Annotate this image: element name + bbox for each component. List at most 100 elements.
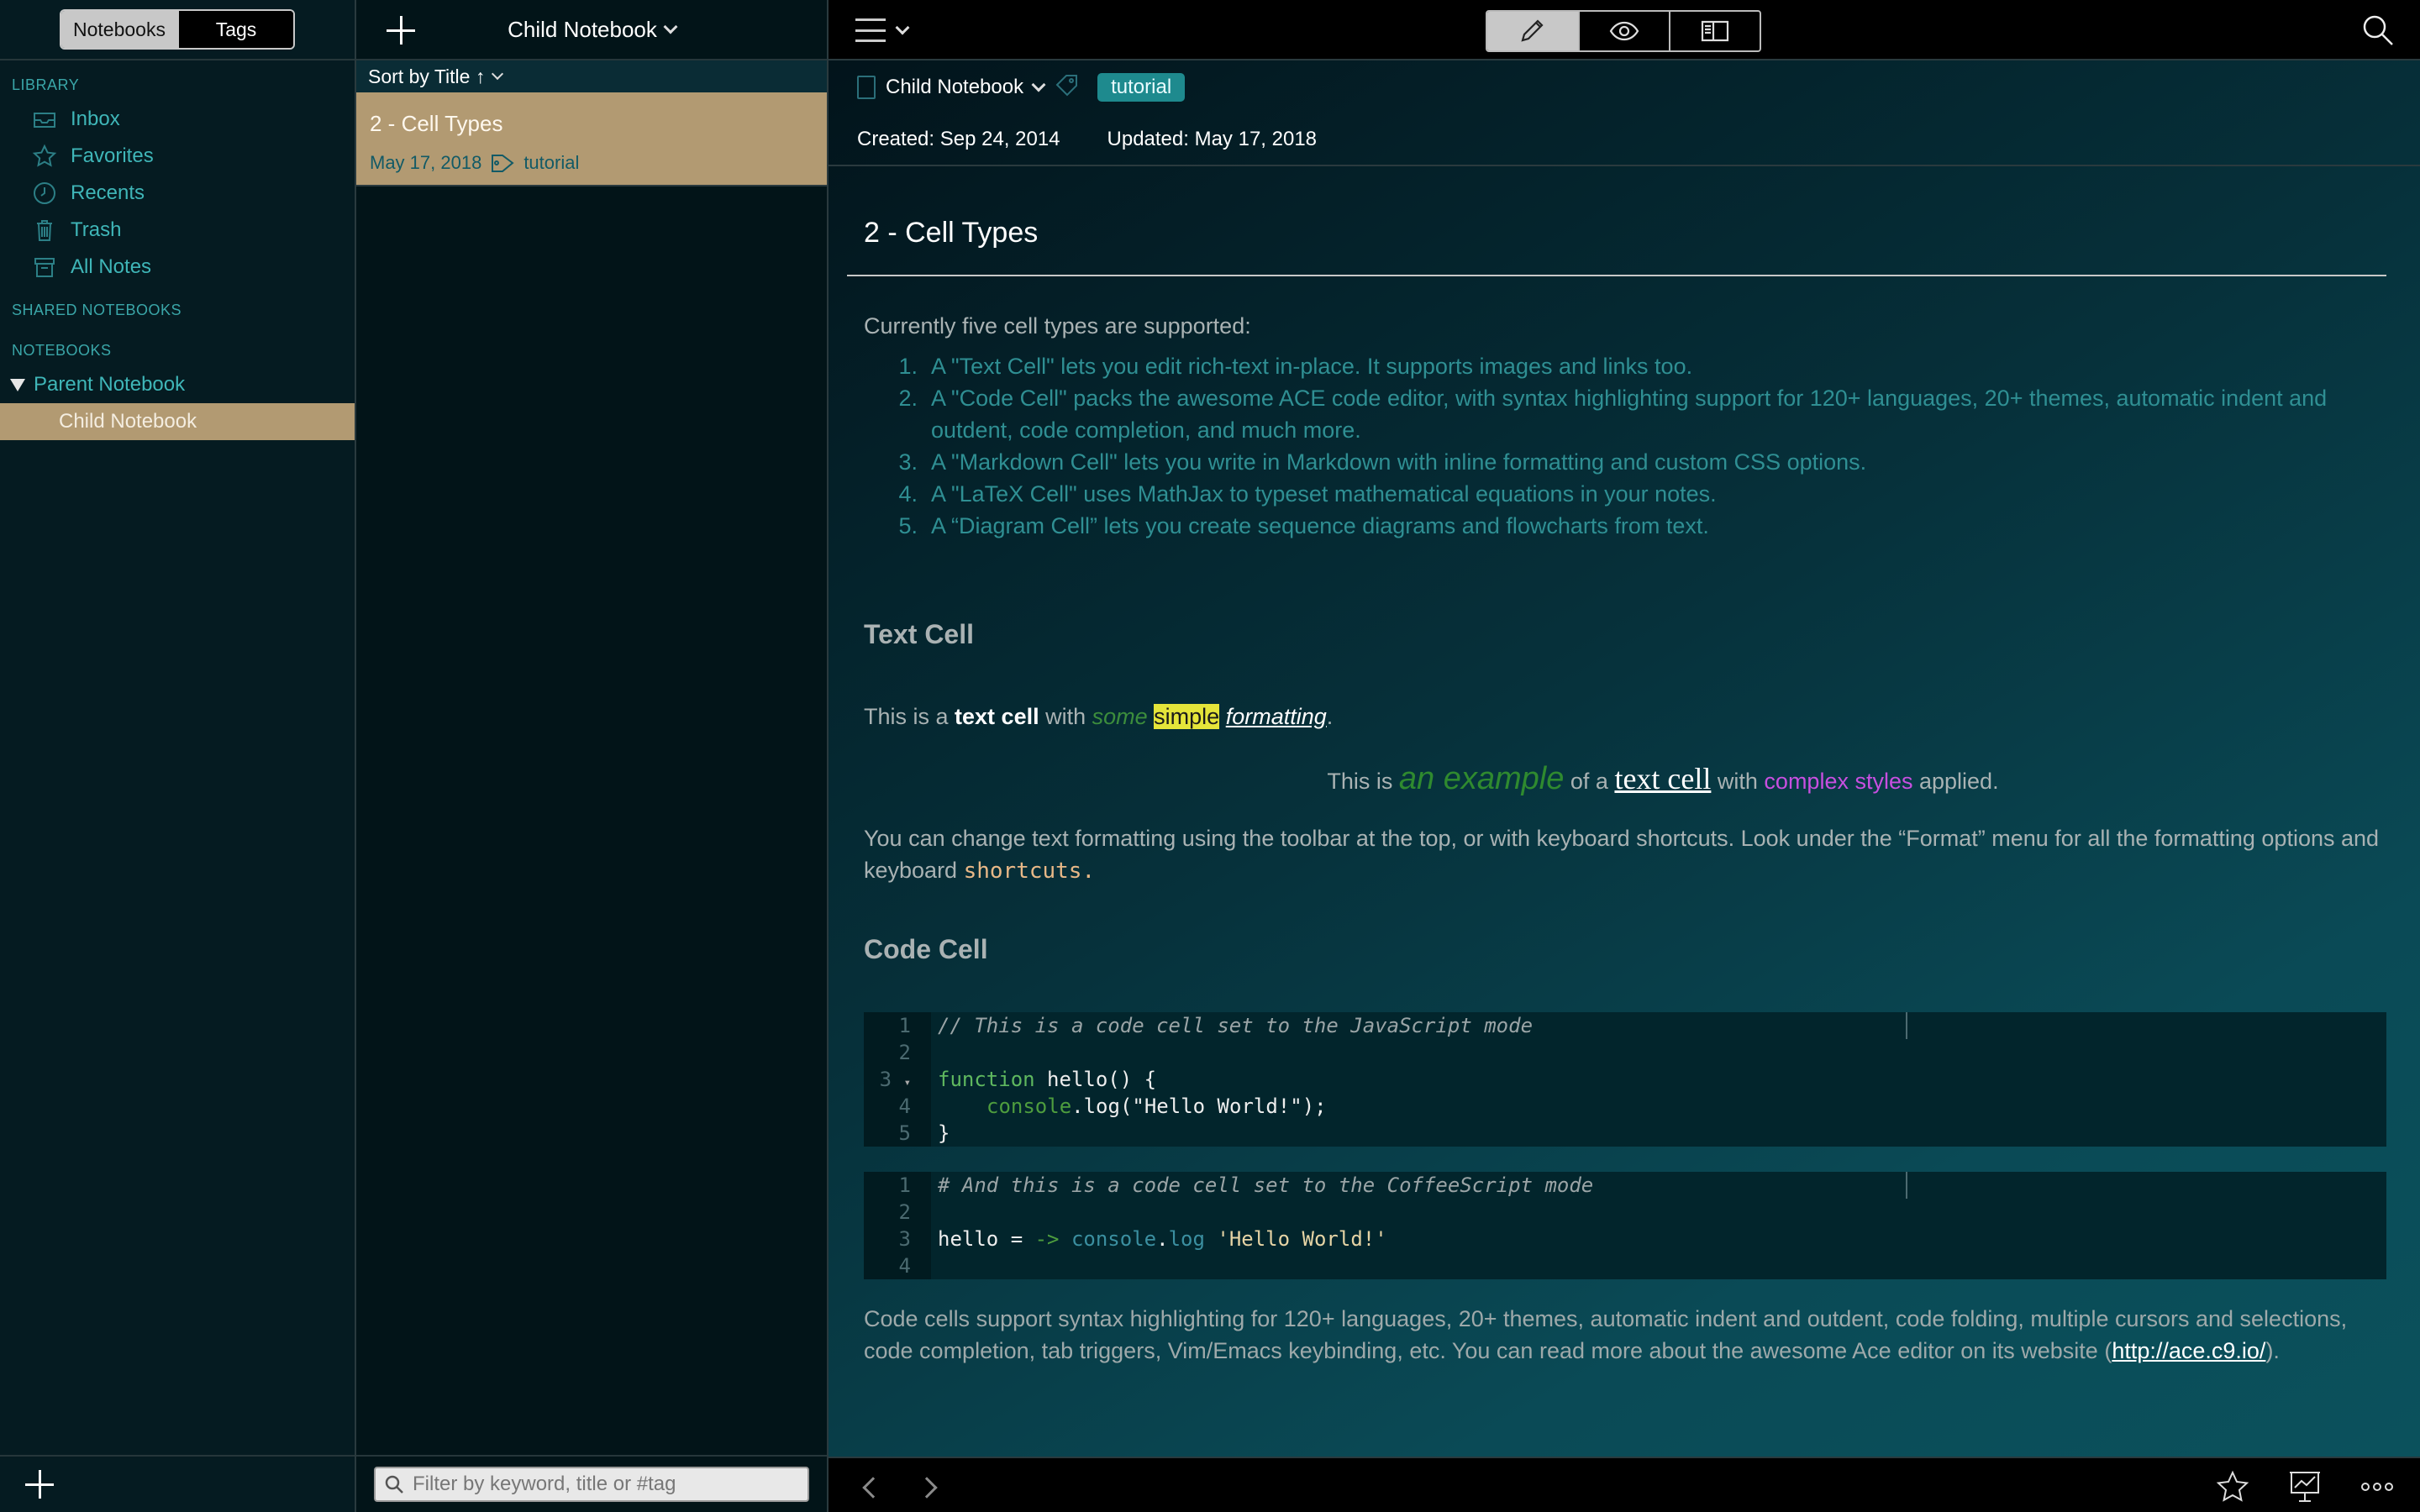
intro-paragraph: Currently five cell types are supported: — [864, 313, 1251, 339]
sort-label: Sort by Title ↑ — [368, 65, 486, 87]
code-line: } — [938, 1121, 950, 1145]
note-list-header: Child Notebook — [356, 0, 827, 60]
text-run: applied. — [1912, 769, 1999, 794]
formatted-line-complex: This is an example of a text cell with c… — [864, 761, 2386, 797]
tags-tab[interactable]: Tags — [177, 11, 293, 48]
green-italic-text: some — [1092, 704, 1148, 729]
keyword-token: function — [938, 1068, 1035, 1091]
more-icon[interactable] — [2360, 1470, 2395, 1504]
print-margin — [1906, 1172, 1907, 1199]
line-number: 3 — [898, 1227, 911, 1251]
note-list-item[interactable]: 2 - Cell Types May 17, 2018 tutorial — [356, 92, 827, 186]
search-icon — [2363, 15, 2393, 45]
note-actions — [2215, 1470, 2395, 1504]
sidebar-item-label: Recents — [71, 181, 145, 204]
star-icon — [30, 142, 59, 171]
updated-date: Updated: May 17, 2018 — [1107, 128, 1318, 150]
sidebar-footer — [0, 1455, 355, 1512]
list-text: A "Code Cell" packs the awesome ACE code… — [931, 386, 2328, 443]
filter-input[interactable] — [413, 1473, 782, 1496]
line-number: 1 — [898, 1173, 911, 1197]
code-lines[interactable]: # And this is a code cell set to the Cof… — [931, 1172, 2386, 1279]
sidebar-item-trash[interactable]: Trash — [0, 212, 355, 249]
pencil-icon — [1521, 19, 1544, 42]
note-title-field[interactable]: 2 - Cell Types — [847, 168, 2386, 276]
list-text: A "Text Cell" lets you edit rich-text in… — [931, 354, 1693, 379]
text-run: with — [1039, 704, 1092, 729]
sidebar: Notebooks Tags LIBRARY Inbox Favorites R… — [0, 0, 356, 1512]
sidebar-item-label: Trash — [71, 218, 122, 241]
inbox-icon — [30, 105, 59, 134]
note-tag: tutorial — [523, 152, 580, 173]
inline-code: shortcuts. — [963, 858, 1096, 884]
split-view-icon — [1701, 20, 1729, 42]
app-window: Notebooks Tags LIBRARY Inbox Favorites R… — [0, 0, 2420, 1512]
sidebar-item-recents[interactable]: Recents — [0, 175, 355, 212]
note-title: 2 - Cell Types — [370, 111, 503, 136]
notebooks-tab[interactable]: Notebooks — [61, 11, 177, 48]
code-token: hello = — [938, 1227, 1035, 1251]
new-note-button[interactable] — [387, 16, 415, 45]
code-lines[interactable]: // This is a code cell set to the JavaSc… — [931, 1012, 2386, 1147]
filter-field[interactable] — [374, 1467, 809, 1502]
sidebar-item-favorites[interactable]: Favorites — [0, 138, 355, 175]
line-number: 4 — [898, 1254, 911, 1278]
cell-types-list: 1. A "Text Cell" lets you edit rich-text … — [864, 350, 2386, 542]
large-green-text: an example — [1398, 761, 1565, 796]
function-token: log — [1168, 1227, 1205, 1251]
code-token: . — [1156, 1227, 1169, 1251]
note-notebook-selector[interactable]: Child Notebook — [886, 76, 1023, 99]
sidebar-item-child-notebook[interactable]: Child Notebook — [0, 403, 355, 440]
fold-arrow-icon[interactable]: ▾ — [904, 1076, 911, 1089]
add-notebook-button[interactable] — [25, 1470, 54, 1499]
sidebar-item-parent-notebook[interactable]: Parent Notebook — [0, 366, 355, 403]
code-line: function hello() { — [938, 1066, 2386, 1093]
code-cell-javascript[interactable]: 1 2 3 ▾ 4 5 // This is a code cell set t… — [864, 1012, 2386, 1147]
disclosure-triangle-icon[interactable] — [10, 378, 25, 391]
fold-line-number[interactable]: 3 ▾ — [864, 1066, 911, 1093]
split-mode-button[interactable] — [1669, 12, 1760, 50]
formatting-help-paragraph: You can change text formatting using the… — [864, 822, 2386, 887]
code-line: hello = -> console.log 'Hello World!' — [938, 1226, 2386, 1252]
chevron-down-icon — [492, 67, 504, 81]
editor-footer — [829, 1457, 2420, 1512]
code-token: .log("Hello World!"); — [1071, 1095, 1327, 1118]
code-cell-coffeescript[interactable]: 1 2 3 4 # And this is a code cell set to… — [864, 1172, 2386, 1279]
note-content[interactable]: 2 - Cell Types Currently five cell types… — [829, 168, 2420, 1457]
back-arrow-icon[interactable] — [862, 1477, 884, 1499]
menu-button[interactable] — [855, 18, 910, 42]
sidebar-item-all-notes[interactable]: All Notes — [0, 249, 355, 286]
string-token: 'Hello World!' — [1217, 1227, 1387, 1251]
text-run: with — [1711, 769, 1765, 794]
list-item: 1. A "Text Cell" lets you edit rich-text … — [864, 350, 2386, 382]
archive-icon — [30, 253, 59, 281]
history-navigation — [862, 1475, 938, 1499]
star-icon[interactable] — [2215, 1470, 2250, 1504]
serif-underlined-text: text cell — [1614, 762, 1712, 795]
tag-chip[interactable]: tutorial — [1097, 73, 1186, 102]
editor-toolbar — [829, 0, 2420, 60]
created-date: Created: Sep 24, 2014 — [857, 128, 1060, 150]
sidebar-item-label: Favorites — [71, 144, 154, 167]
list-number: 1. — [898, 354, 918, 379]
tag-icon[interactable] — [1054, 73, 1081, 102]
list-item: 5. A “Diagram Cell” lets you create seque… — [864, 510, 2386, 542]
text-run: ). — [2265, 1338, 2280, 1363]
preview-mode-button[interactable] — [1578, 12, 1669, 50]
presentation-icon[interactable] — [2287, 1470, 2323, 1504]
ace-website-link[interactable]: http://ace.c9.io/ — [2112, 1338, 2265, 1363]
edit-mode-button[interactable] — [1487, 12, 1578, 50]
chevron-down-icon — [895, 20, 910, 35]
note-list-footer — [356, 1455, 827, 1512]
print-margin — [1906, 1012, 1907, 1039]
sidebar-item-label: Inbox — [71, 108, 120, 130]
forward-arrow-icon[interactable] — [916, 1477, 938, 1499]
clock-icon — [30, 179, 59, 207]
sort-dropdown[interactable]: Sort by Title ↑ — [356, 60, 827, 92]
notebook-selector[interactable]: Child Notebook — [508, 17, 678, 43]
sidebar-item-inbox[interactable]: Inbox — [0, 101, 355, 138]
mode-switch — [1486, 10, 1761, 52]
list-number: 2. — [898, 386, 918, 411]
search-button[interactable] — [2361, 13, 2395, 51]
